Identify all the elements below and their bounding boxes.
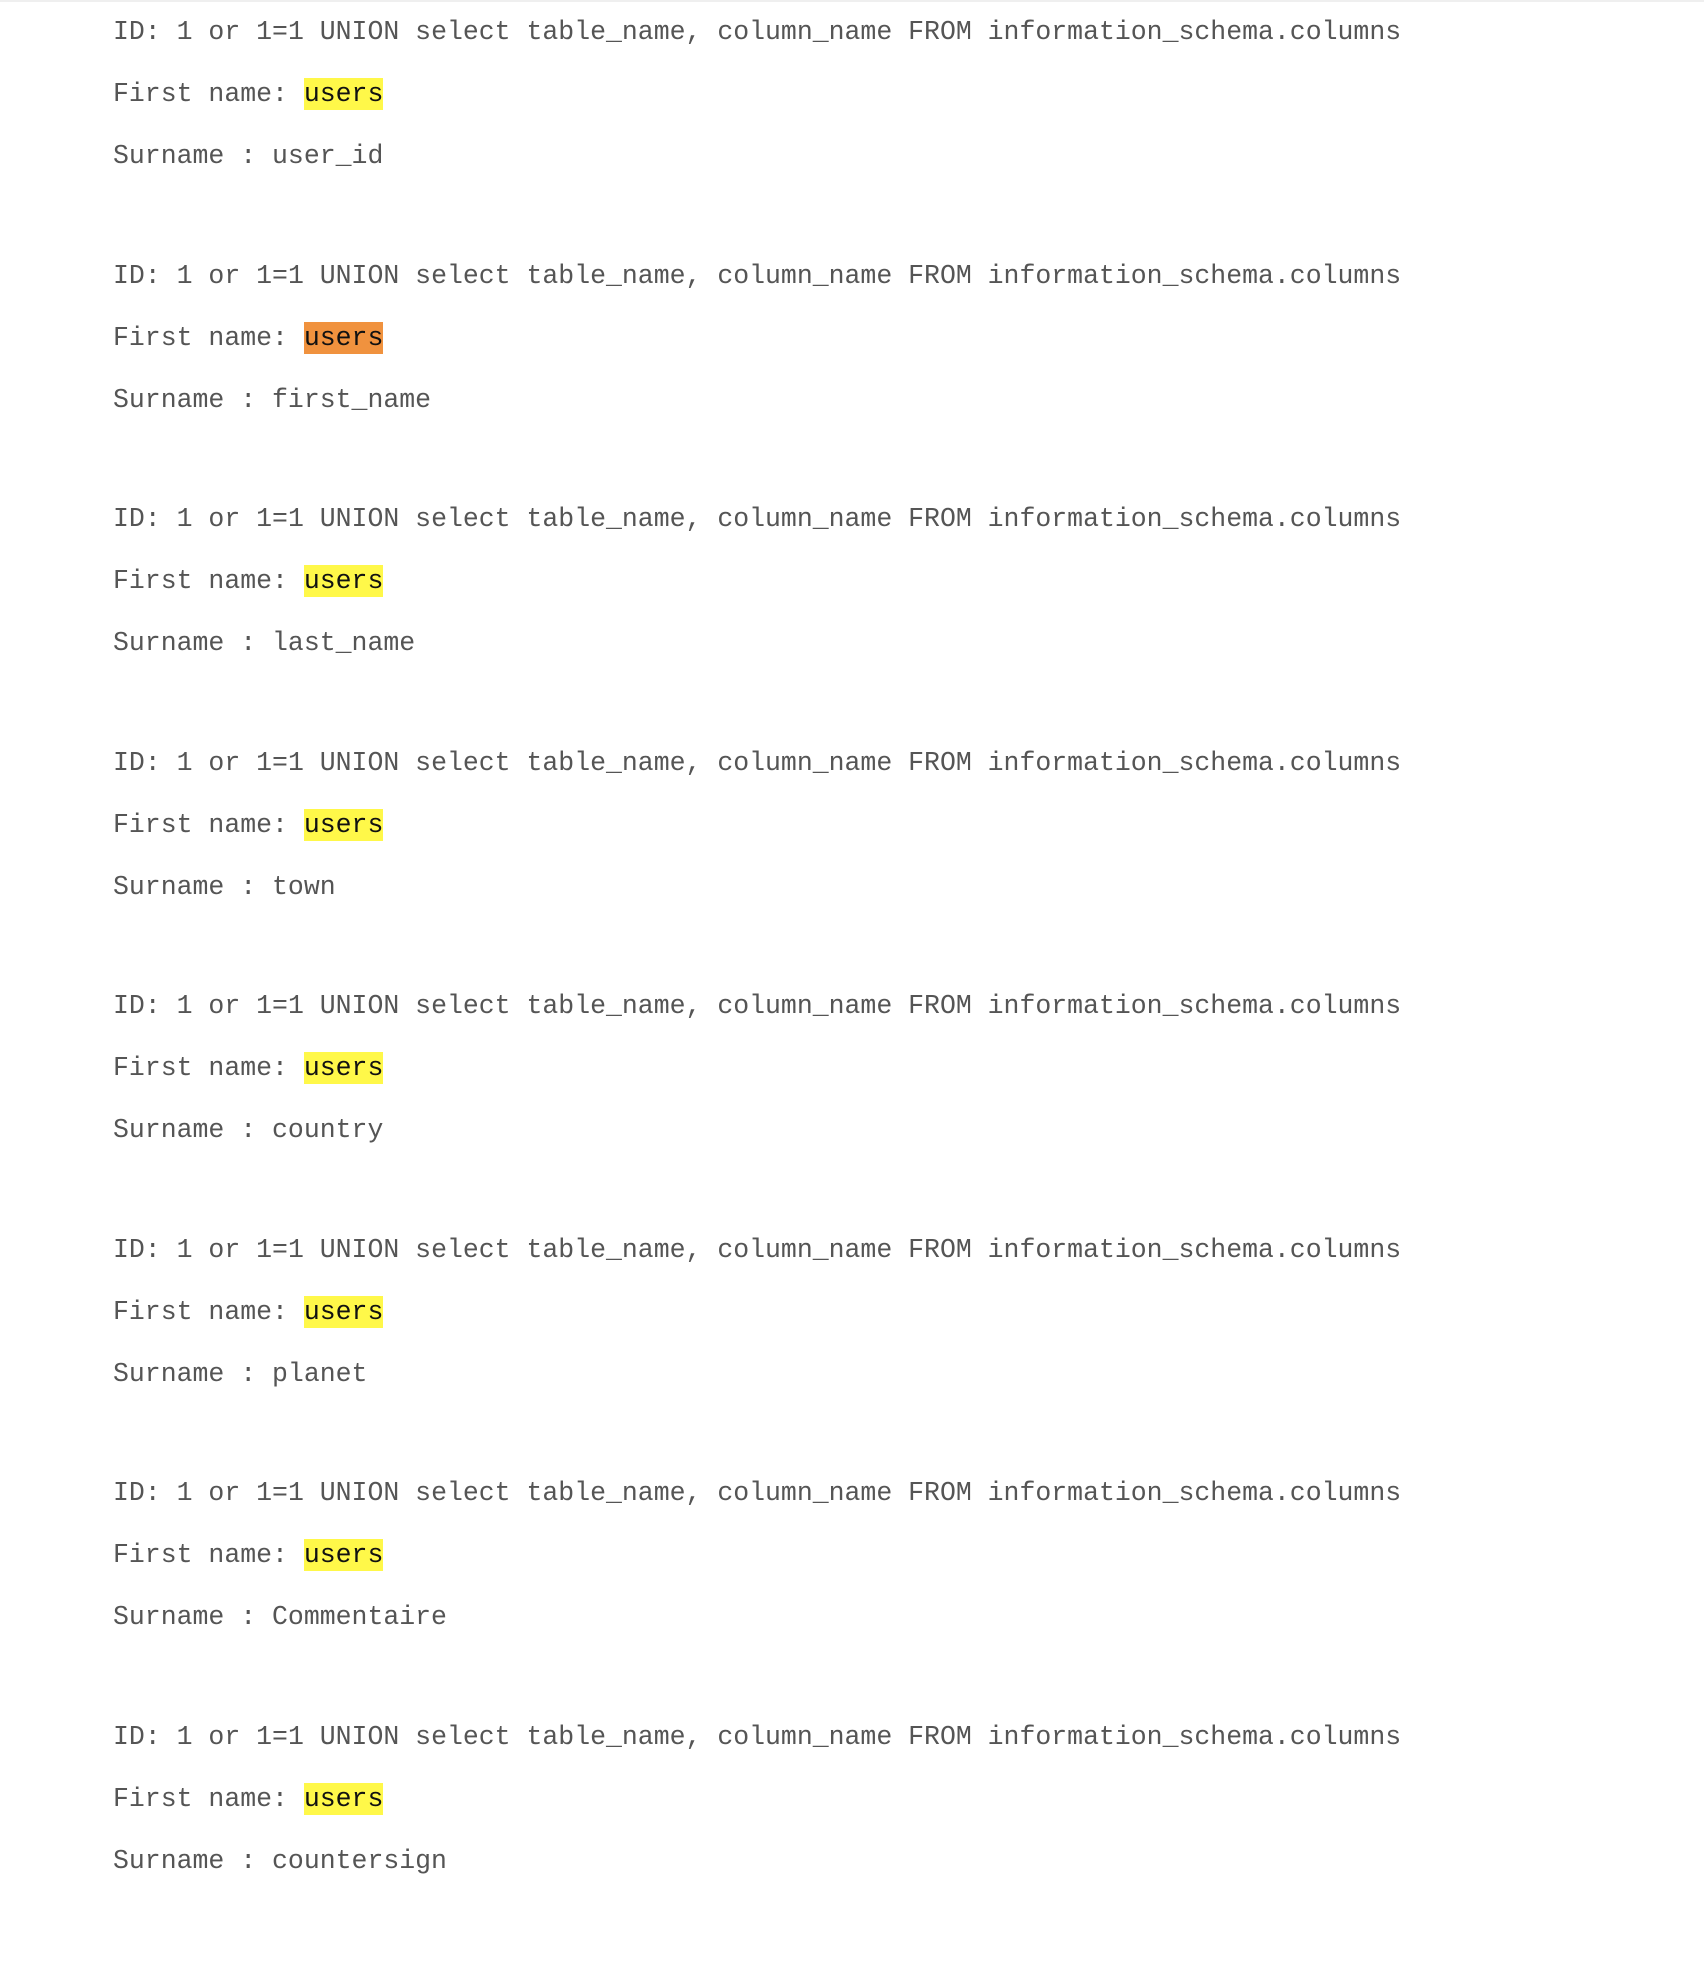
id-line: ID: 1 or 1=1 UNION select table_name, co… <box>113 14 1673 76</box>
first-name-label: First name: <box>113 79 304 109</box>
surname-line: Surname : planet <box>113 1356 1673 1392</box>
first-name-line: First name: users <box>113 1050 1673 1112</box>
surname-value: countersign <box>272 1846 447 1876</box>
surname-line: Surname : town <box>113 869 1673 905</box>
surname-label: Surname : <box>113 1602 272 1632</box>
id-label: ID: <box>113 1722 177 1752</box>
result-record: ID: 1 or 1=1 UNION select table_name, co… <box>113 745 1673 989</box>
id-value: 1 or 1=1 UNION select table_name, column… <box>177 1478 1402 1508</box>
first-name-line: First name: users <box>113 1781 1673 1843</box>
id-label: ID: <box>113 17 177 47</box>
top-divider <box>0 0 1704 2</box>
result-record: ID: 1 or 1=1 UNION select table_name, co… <box>113 258 1673 502</box>
id-label: ID: <box>113 1235 177 1265</box>
result-record: ID: 1 or 1=1 UNION select table_name, co… <box>113 988 1673 1232</box>
id-line: ID: 1 or 1=1 UNION select table_name, co… <box>113 258 1673 320</box>
surname-label: Surname : <box>113 628 272 658</box>
surname-line: Surname : Commentaire <box>113 1599 1673 1635</box>
result-record: ID: 1 or 1=1 UNION select table_name, co… <box>113 501 1673 745</box>
first-name-line: First name: users <box>113 807 1673 869</box>
id-line: ID: 1 or 1=1 UNION select table_name, co… <box>113 1719 1673 1781</box>
id-value: 1 or 1=1 UNION select table_name, column… <box>177 1722 1402 1752</box>
id-value: 1 or 1=1 UNION select table_name, column… <box>177 504 1402 534</box>
surname-label: Surname : <box>113 1359 272 1389</box>
first-name-line: First name: users <box>113 563 1673 625</box>
id-line: ID: 1 or 1=1 UNION select table_name, co… <box>113 501 1673 563</box>
result-record: ID: 1 or 1=1 UNION select table_name, co… <box>113 1719 1673 1962</box>
first-name-label: First name: <box>113 566 304 596</box>
result-record: ID: 1 or 1=1 UNION select table_name, co… <box>113 14 1673 258</box>
first-name-line: First name: users <box>113 76 1673 138</box>
first-name-value-highlight: users <box>304 1539 384 1571</box>
first-name-label: First name: <box>113 1784 304 1814</box>
surname-line: Surname : last_name <box>113 625 1673 661</box>
id-value: 1 or 1=1 UNION select table_name, column… <box>177 1235 1402 1265</box>
result-record: ID: 1 or 1=1 UNION select table_name, co… <box>113 1232 1673 1476</box>
id-value: 1 or 1=1 UNION select table_name, column… <box>177 748 1402 778</box>
first-name-value-highlight: users <box>304 809 384 841</box>
surname-label: Surname : <box>113 385 272 415</box>
surname-value: first_name <box>272 385 431 415</box>
surname-label: Surname : <box>113 141 272 171</box>
first-name-value-highlight: users <box>304 1052 384 1084</box>
first-name-value-highlight: users <box>304 78 384 110</box>
first-name-line: First name: users <box>113 1537 1673 1599</box>
id-label: ID: <box>113 261 177 291</box>
surname-value: Commentaire <box>272 1602 447 1632</box>
surname-value: country <box>272 1115 383 1145</box>
surname-line: Surname : country <box>113 1112 1673 1148</box>
first-name-value-highlight: users <box>304 565 384 597</box>
first-name-label: First name: <box>113 810 304 840</box>
id-label: ID: <box>113 1478 177 1508</box>
first-name-value-highlight: users <box>304 1296 384 1328</box>
id-line: ID: 1 or 1=1 UNION select table_name, co… <box>113 745 1673 807</box>
surname-value: user_id <box>272 141 383 171</box>
id-line: ID: 1 or 1=1 UNION select table_name, co… <box>113 1232 1673 1294</box>
surname-label: Surname : <box>113 1115 272 1145</box>
surname-value: planet <box>272 1359 367 1389</box>
surname-label: Surname : <box>113 1846 272 1876</box>
surname-value: last_name <box>272 628 415 658</box>
id-value: 1 or 1=1 UNION select table_name, column… <box>177 991 1402 1021</box>
id-value: 1 or 1=1 UNION select table_name, column… <box>177 261 1402 291</box>
id-label: ID: <box>113 504 177 534</box>
surname-label: Surname : <box>113 872 272 902</box>
first-name-label: First name: <box>113 1540 304 1570</box>
id-line: ID: 1 or 1=1 UNION select table_name, co… <box>113 988 1673 1050</box>
first-name-value-highlight-active: users <box>304 322 384 354</box>
id-line: ID: 1 or 1=1 UNION select table_name, co… <box>113 1475 1673 1537</box>
query-results: ID: 1 or 1=1 UNION select table_name, co… <box>113 14 1673 1962</box>
id-value: 1 or 1=1 UNION select table_name, column… <box>177 17 1402 47</box>
result-record: ID: 1 or 1=1 UNION select table_name, co… <box>113 1475 1673 1719</box>
first-name-label: First name: <box>113 323 304 353</box>
surname-line: Surname : first_name <box>113 382 1673 418</box>
surname-line: Surname : countersign <box>113 1843 1673 1879</box>
first-name-label: First name: <box>113 1297 304 1327</box>
first-name-line: First name: users <box>113 1294 1673 1356</box>
id-label: ID: <box>113 991 177 1021</box>
first-name-line: First name: users <box>113 320 1673 382</box>
id-label: ID: <box>113 748 177 778</box>
first-name-value-highlight: users <box>304 1783 384 1815</box>
first-name-label: First name: <box>113 1053 304 1083</box>
surname-value: town <box>272 872 336 902</box>
surname-line: Surname : user_id <box>113 138 1673 174</box>
